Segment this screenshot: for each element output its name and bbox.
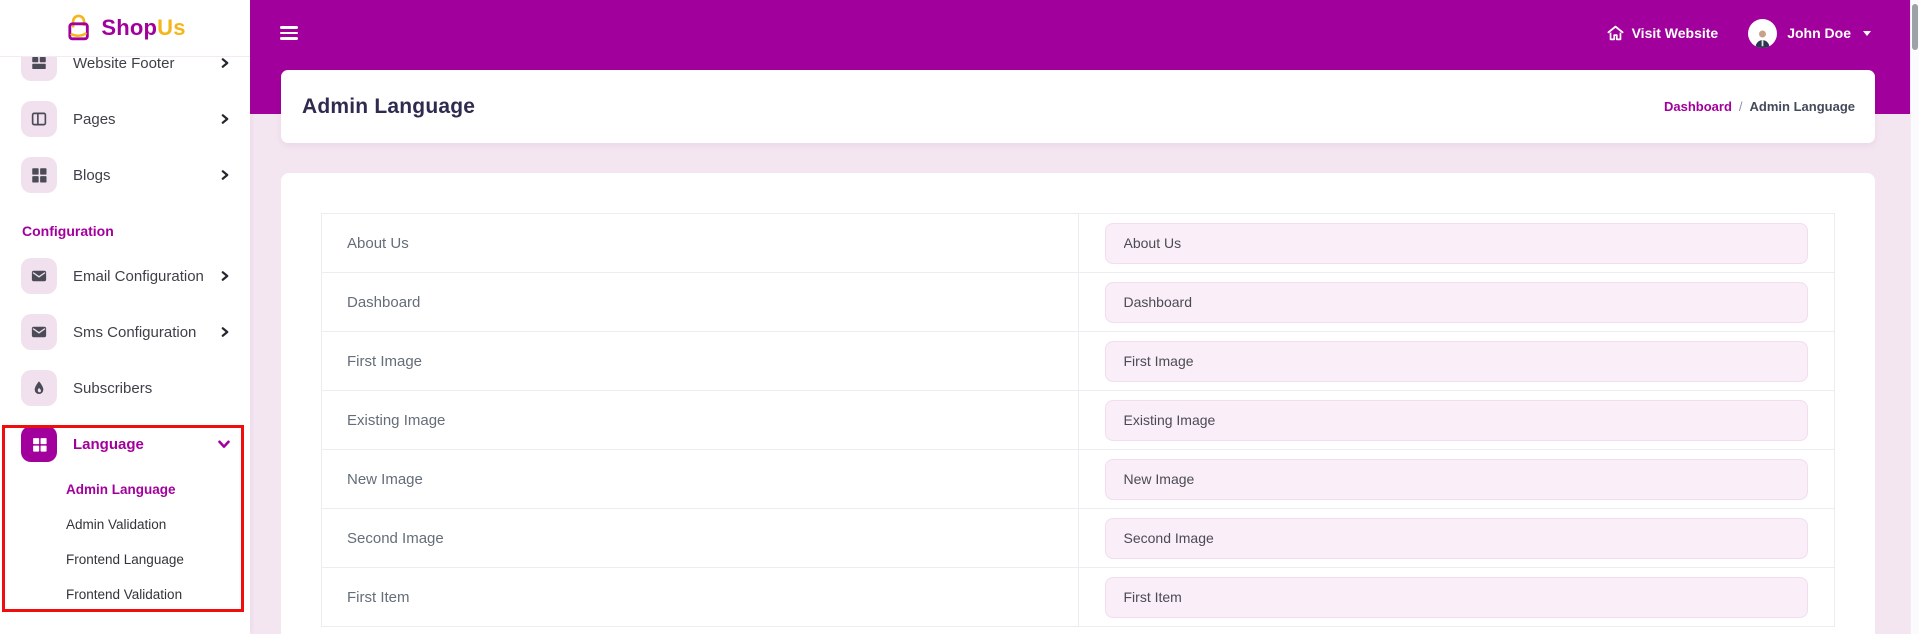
language-submenu: Admin Language Admin Validation Frontend… — [0, 472, 250, 612]
sidebar: ShopUs Website Footer — [0, 0, 250, 634]
grid-icon — [31, 436, 48, 453]
chevron-right-icon — [220, 327, 230, 337]
user-name: John Doe — [1787, 25, 1851, 41]
breadcrumb-current: Admin Language — [1750, 99, 1855, 114]
submenu-item-admin-validation[interactable]: Admin Validation — [0, 507, 250, 542]
page-header-card: Admin Language Dashboard / Admin Languag… — [281, 70, 1875, 143]
sidebar-item-label: Pages — [73, 111, 116, 128]
sidebar-item-label: Email Configuration — [73, 268, 204, 285]
translation-key-label: First Item — [322, 568, 1079, 627]
caret-down-icon — [1863, 31, 1871, 36]
translation-key-label: Existing Image — [322, 391, 1079, 450]
visit-website-label: Visit Website — [1632, 25, 1719, 41]
brand-logo[interactable]: ShopUs — [0, 0, 250, 57]
sidebar-nav: Website Footer Pages — [0, 35, 250, 612]
translation-key-label: Dashboard — [322, 273, 1079, 332]
table-row: Second Image — [322, 509, 1835, 568]
sidebar-item-email-configuration[interactable]: Email Configuration — [0, 248, 250, 304]
submenu-item-admin-language[interactable]: Admin Language — [0, 472, 250, 507]
translation-input[interactable] — [1105, 282, 1809, 323]
breadcrumb: Dashboard / Admin Language — [1664, 99, 1855, 114]
avatar — [1748, 19, 1777, 48]
sidebar-item-label: Website Footer — [73, 55, 174, 72]
page-title: Admin Language — [302, 95, 475, 119]
sidebar-item-label: Sms Configuration — [73, 324, 196, 341]
language-keys-table: About Us Dashboard First Image Existing … — [321, 213, 1835, 627]
translation-key-label: Second Image — [322, 509, 1079, 568]
topbar: Visit Website John Doe — [250, 0, 1919, 66]
table-row: Dashboard — [322, 273, 1835, 332]
sidebar-item-label: Blogs — [73, 167, 111, 184]
brand-name: ShopUs — [101, 15, 185, 41]
sidebar-item-blogs[interactable]: Blogs — [0, 147, 250, 203]
flame-icon — [31, 380, 47, 396]
translation-input[interactable] — [1105, 518, 1809, 559]
translation-input[interactable] — [1105, 223, 1809, 264]
table-row: First Image — [322, 332, 1835, 391]
chevron-right-icon — [220, 271, 230, 281]
submenu-item-frontend-language[interactable]: Frontend Language — [0, 542, 250, 577]
table-row: New Image — [322, 450, 1835, 509]
main-area: Visit Website John Doe Admin Languag — [250, 0, 1919, 634]
chevron-right-icon — [220, 58, 230, 68]
translation-input[interactable] — [1105, 400, 1809, 441]
sidebar-item-label: Language — [73, 436, 144, 453]
table-row: Existing Image — [322, 391, 1835, 450]
translation-key-label: About Us — [322, 214, 1079, 273]
sidebar-item-subscribers[interactable]: Subscribers — [0, 360, 250, 416]
menu-icon[interactable] — [280, 26, 298, 40]
grid-icon — [30, 166, 48, 184]
submenu-item-frontend-validation[interactable]: Frontend Validation — [0, 577, 250, 612]
translation-key-label: New Image — [322, 450, 1079, 509]
translation-input[interactable] — [1105, 577, 1809, 618]
translation-key-label: First Image — [322, 332, 1079, 391]
sidebar-item-language[interactable]: Language — [0, 416, 250, 472]
chevron-right-icon — [220, 170, 230, 180]
sidebar-item-pages[interactable]: Pages — [0, 91, 250, 147]
user-menu[interactable]: John Doe — [1748, 19, 1871, 48]
chevron-right-icon — [220, 114, 230, 124]
scrollbar-thumb[interactable] — [1912, 4, 1918, 50]
sidebar-section-configuration: Configuration — [22, 223, 250, 240]
vertical-scrollbar[interactable] — [1910, 0, 1919, 634]
visit-website-link[interactable]: Visit Website — [1607, 25, 1719, 41]
envelope-icon — [30, 323, 48, 341]
columns-icon — [30, 110, 48, 128]
envelope-icon — [30, 267, 48, 285]
home-icon — [1607, 25, 1624, 41]
sidebar-item-label: Subscribers — [73, 380, 152, 397]
content-card: About Us Dashboard First Image Existing … — [281, 173, 1875, 634]
table-row: About Us — [322, 214, 1835, 273]
shopping-bag-icon — [64, 13, 94, 43]
table-row: First Item — [322, 568, 1835, 627]
breadcrumb-separator: / — [1739, 99, 1743, 114]
chevron-down-icon — [218, 438, 230, 450]
breadcrumb-dashboard-link[interactable]: Dashboard — [1664, 99, 1732, 114]
translation-input[interactable] — [1105, 459, 1809, 500]
translation-input[interactable] — [1105, 341, 1809, 382]
sidebar-item-sms-configuration[interactable]: Sms Configuration — [0, 304, 250, 360]
